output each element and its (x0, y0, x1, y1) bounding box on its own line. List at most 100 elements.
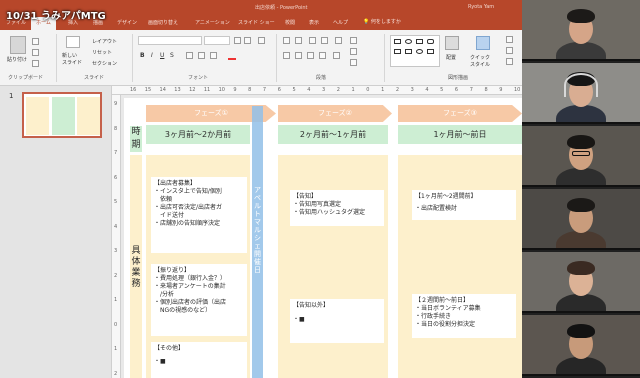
user-name[interactable]: Ryota Yam (468, 4, 494, 10)
section-button[interactable]: セクション (92, 60, 117, 67)
ruler-tick-label: 1 (381, 87, 385, 93)
tab-transitions[interactable]: 画面切り替え (148, 19, 178, 26)
tasks-row-label: 具体業務 (130, 246, 142, 290)
increase-indent-icon[interactable] (321, 37, 328, 44)
task-box-1month[interactable]: 【1ヶ月前〜2週間前】 ・出店配置検討 (412, 190, 516, 220)
decrease-indent-icon[interactable] (309, 37, 316, 44)
new-slide-button[interactable]: 新しい スライド (62, 52, 86, 66)
headset-icon (564, 73, 598, 97)
event-day-char: ル (254, 202, 261, 210)
task-box-review[interactable]: 【振り返り】 ・費用処理（銀行入金？） ・来場者アンケートの集計 /分析 ・個別… (151, 264, 247, 336)
shape-effects-icon[interactable] (506, 58, 513, 65)
format-painter-icon[interactable] (32, 60, 39, 67)
ruler-tick-label: 2 (114, 272, 118, 279)
bold-button[interactable]: B (140, 52, 145, 59)
task-line: ・行政手続き (415, 313, 452, 320)
align-left-icon[interactable] (283, 52, 290, 59)
shrink-font-icon[interactable] (244, 37, 251, 44)
phase-2-arrow[interactable]: フェーズ② (278, 105, 392, 122)
participant-video-tile[interactable] (522, 315, 640, 376)
italic-button[interactable]: I (151, 52, 153, 59)
underline-button[interactable]: U (160, 52, 164, 59)
justify-icon[interactable] (319, 52, 326, 59)
tab-help[interactable]: ヘルプ (333, 19, 348, 26)
participant-hair (567, 324, 595, 338)
char-spacing-icon[interactable] (198, 52, 205, 59)
quick-styles-button[interactable]: クイック スタイル (470, 54, 500, 68)
ruler-tick-label: 8 (484, 87, 488, 93)
task-box-header: 【出店者募集】 (154, 180, 197, 187)
phase-2-period[interactable]: 2ヶ月前〜1ヶ月前 (278, 125, 388, 144)
tab-design[interactable]: デザイン (117, 19, 137, 26)
thumbnail-slide-number: 1 (9, 92, 14, 100)
grow-font-icon[interactable] (234, 37, 241, 44)
smartart-icon[interactable] (350, 59, 357, 66)
task-line: ・出店可否決定/出店者ガ (154, 204, 223, 211)
paste-button[interactable]: 貼り付け (7, 56, 27, 63)
phase-3-period[interactable]: 1ヶ月前〜前日 (398, 125, 522, 144)
tab-animations[interactable]: アニメーション (195, 19, 230, 26)
ruler-tick-label: 0 (366, 87, 370, 93)
align-text-icon[interactable] (350, 48, 357, 55)
participant-video-tile[interactable] (522, 189, 640, 250)
shadow-button[interactable]: S (170, 52, 174, 59)
line-spacing-icon[interactable] (335, 37, 342, 44)
glasses-icon (572, 151, 590, 156)
font-size-combo[interactable] (204, 36, 230, 45)
layout-button[interactable]: レイアウト (92, 38, 117, 45)
vertical-ruler: 9 8 7 6 5 4 3 2 1 0 1 2 (112, 95, 121, 378)
quick-styles-icon[interactable] (476, 36, 490, 50)
ruler-tick-label: 13 (174, 87, 181, 93)
paste-icon[interactable] (10, 36, 26, 54)
tab-review[interactable]: 校閲 (285, 19, 295, 26)
align-right-icon[interactable] (307, 52, 314, 59)
clear-format-icon[interactable] (258, 37, 265, 44)
bullets-icon[interactable] (283, 37, 290, 44)
tab-view[interactable]: 表示 (309, 19, 319, 26)
participant-video-tile[interactable] (522, 0, 640, 61)
align-center-icon[interactable] (295, 52, 302, 59)
task-box-non-announce[interactable]: 【告知以外】 ・■ (290, 299, 384, 343)
ruler-tick-label: 5 (114, 199, 118, 206)
task-line: ・当日ボランティア募集 (415, 305, 481, 312)
participant-torso (556, 357, 606, 374)
horizontal-ruler: 16 15 14 13 12 11 10 9 8 7 6 5 4 3 2 1 0 1 2 3 4 5 6 7 8 9 10 (112, 86, 522, 95)
text-direction-icon[interactable] (350, 37, 357, 44)
tell-me-search[interactable]: 💡 何をしますか (363, 18, 401, 25)
slide-thumbnail[interactable] (22, 92, 102, 138)
font-name-combo[interactable] (138, 36, 202, 45)
event-day-char: ト (254, 210, 261, 218)
reset-button[interactable]: リセット (92, 49, 112, 56)
font-color-icon[interactable] (228, 52, 236, 60)
shape-fill-icon[interactable] (506, 36, 513, 43)
ribbon-home: 貼り付け クリップボード 新しい スライド レイアウト リセット セクション ス… (0, 30, 522, 86)
slide-canvas[interactable]: 時期 具体業務 フェーズ① フェーズ② フェーズ③ 3ヶ月前〜2か月前 2ヶ月前… (124, 98, 522, 378)
tab-slideshow[interactable]: スライド ショー (238, 19, 275, 26)
numbering-icon[interactable] (295, 37, 302, 44)
participant-hair (567, 198, 595, 212)
task-box-recruit[interactable]: 【出店者募集】 ・インスタ上で告知/個別 依頼 ・出店可否決定/出店者ガ イド送… (151, 177, 247, 253)
shape-outline-icon[interactable] (506, 47, 513, 54)
change-case-icon[interactable] (210, 52, 217, 59)
ruler-tick-label: 15 (144, 87, 152, 93)
new-slide-icon[interactable] (66, 36, 80, 48)
task-box-other[interactable]: 【その他】 ・■ (151, 342, 247, 378)
participant-video-tile[interactable] (522, 126, 640, 187)
arrange-button[interactable]: 配置 (446, 54, 456, 61)
meeting-title-overlay: 10/31 うみアパMTG (6, 11, 106, 22)
participant-video-tile[interactable] (522, 63, 640, 124)
task-box-announce[interactable]: 【告知】 ・告知用写真選定 ・告知用ハッシュタグ選定 (290, 190, 384, 226)
arrange-icon[interactable] (445, 36, 459, 50)
tell-me-text: 何をしますか (370, 19, 401, 25)
columns-icon[interactable] (333, 52, 340, 59)
participant-video-tile[interactable] (522, 252, 640, 313)
cut-icon[interactable] (32, 38, 39, 45)
copy-icon[interactable] (32, 49, 39, 56)
phase-1-period[interactable]: 3ヶ月前〜2か月前 (146, 125, 250, 144)
phase-3-arrow[interactable]: フェーズ③ (398, 105, 522, 122)
event-day-label: アペルトマルシェ開催日 (252, 186, 263, 274)
ruler-tick-label: 12 (189, 87, 196, 93)
strikethrough-icon[interactable] (186, 52, 193, 59)
shapes-gallery[interactable] (390, 35, 440, 67)
task-box-2weeks[interactable]: 【２週間前〜前日】 ・当日ボランティア募集 ・行政手続き ・当日の役割分担決定 (412, 294, 516, 338)
